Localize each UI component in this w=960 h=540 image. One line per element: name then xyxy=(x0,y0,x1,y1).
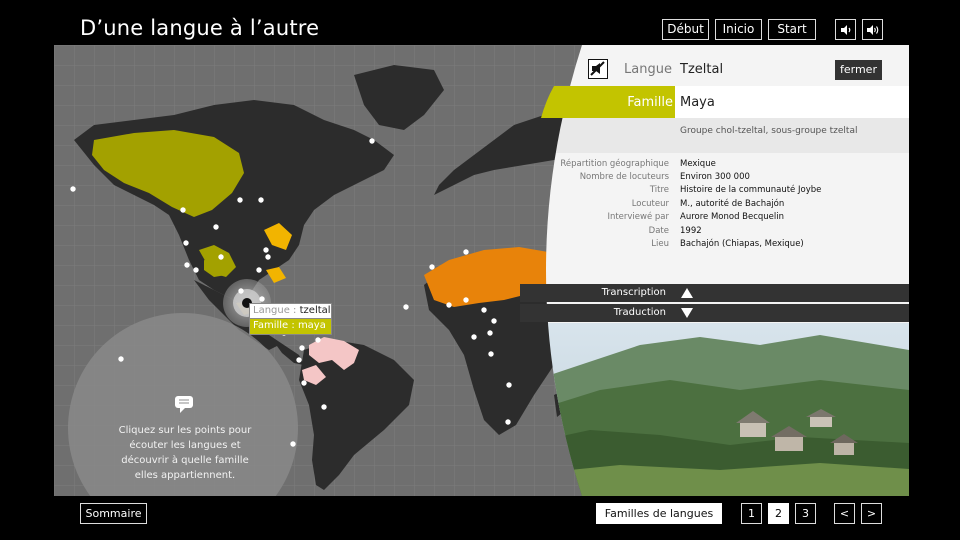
info-key: Lieu xyxy=(651,239,669,249)
language-point[interactable] xyxy=(463,249,469,255)
language-point[interactable] xyxy=(481,307,487,313)
info-row: Interviewé par Aurore Monod Becquelin xyxy=(520,212,909,225)
transcription-toggle[interactable]: Transcription xyxy=(520,284,909,302)
info-row: Locuteur M., autorité de Bachajón xyxy=(520,199,909,212)
language-point[interactable] xyxy=(263,247,269,253)
language-point[interactable] xyxy=(183,240,189,246)
language-point[interactable] xyxy=(315,337,321,343)
familles-de-langues-button[interactable]: Familles de langues xyxy=(596,503,722,524)
language-point[interactable] xyxy=(238,288,244,294)
language-point[interactable] xyxy=(487,330,493,336)
page-2-button[interactable]: 2 xyxy=(768,503,789,524)
language-point[interactable] xyxy=(505,419,511,425)
info-row: Répartition géographique Mexique xyxy=(520,159,909,172)
language-point[interactable] xyxy=(256,267,262,273)
language-point[interactable] xyxy=(290,441,296,447)
inicio-button[interactable]: Inicio xyxy=(715,19,762,40)
info-row: Nombre de locuteurs Environ 300 000 xyxy=(520,172,909,185)
info-value: Environ 300 000 xyxy=(680,172,750,182)
info-row: Date 1992 xyxy=(520,226,909,239)
language-point[interactable] xyxy=(321,404,327,410)
volume-low-icon xyxy=(841,25,851,35)
info-key: Titre xyxy=(649,185,669,195)
panel-langue-label: Langue xyxy=(624,62,672,77)
info-row: Lieu Bachajón (Chiapas, Mexique) xyxy=(520,239,909,252)
tooltip-famille-label: Famille : xyxy=(253,320,295,331)
volume-high-button[interactable] xyxy=(862,19,883,40)
map-hint-text: Cliquez sur les points pour écouter les … xyxy=(118,425,252,481)
start-button[interactable]: Start xyxy=(768,19,816,40)
language-point[interactable] xyxy=(193,267,199,273)
info-key: Locuteur xyxy=(631,199,669,209)
info-row: Titre Histoire de la communauté Joybe xyxy=(520,185,909,198)
traduction-toggle[interactable]: Traduction xyxy=(520,304,909,322)
debut-button[interactable]: Début xyxy=(662,19,709,40)
language-point[interactable] xyxy=(258,197,264,203)
language-point[interactable] xyxy=(237,197,243,203)
tooltip-famille-value: maya xyxy=(297,320,326,331)
tooltip-langue-row: Langue : tzeltal xyxy=(249,303,332,319)
language-point[interactable] xyxy=(488,351,494,357)
language-point[interactable] xyxy=(446,302,452,308)
panel-famille-row: Famille Maya xyxy=(520,86,909,118)
volume-low-button[interactable] xyxy=(835,19,856,40)
language-point[interactable] xyxy=(471,334,477,340)
triangle-down-icon xyxy=(681,308,693,318)
language-point[interactable] xyxy=(265,254,271,260)
language-point[interactable] xyxy=(180,207,186,213)
language-info-panel: Langue Tzeltal fermer Famille Maya Group… xyxy=(520,45,909,496)
prev-page-button[interactable]: < xyxy=(834,503,855,524)
language-point[interactable] xyxy=(296,357,302,363)
close-button[interactable]: fermer xyxy=(835,60,882,80)
language-tooltip: Langue : tzeltal Famille : maya xyxy=(249,303,332,335)
panel-famille-value: Maya xyxy=(680,95,715,110)
info-value: Bachajón (Chiapas, Mexique) xyxy=(680,239,804,249)
language-point[interactable] xyxy=(463,297,469,303)
app-title: D’une langue à l’autre xyxy=(80,16,320,40)
page-1-button[interactable]: 1 xyxy=(741,503,762,524)
page-3-button[interactable]: 3 xyxy=(795,503,816,524)
language-point[interactable] xyxy=(506,382,512,388)
language-point[interactable] xyxy=(369,138,375,144)
volume-high-icon xyxy=(867,25,879,35)
language-point[interactable] xyxy=(213,224,219,230)
info-key: Répartition géographique xyxy=(560,159,669,169)
info-value: Aurore Monod Becquelin xyxy=(680,212,785,222)
tooltip-famille-row: Famille : maya xyxy=(249,319,332,335)
language-point[interactable] xyxy=(259,296,265,302)
language-point[interactable] xyxy=(118,356,124,362)
language-point[interactable] xyxy=(218,254,224,260)
info-value: 1992 xyxy=(680,226,702,236)
audio-logo-icon xyxy=(588,59,608,79)
info-value: Histoire de la communauté Joybe xyxy=(680,185,822,195)
transcription-label: Transcription xyxy=(601,287,666,298)
language-point[interactable] xyxy=(403,304,409,310)
next-page-button[interactable]: > xyxy=(861,503,882,524)
info-key: Date xyxy=(648,226,669,236)
info-value: M., autorité de Bachajón xyxy=(680,199,785,209)
info-value: Mexique xyxy=(680,159,716,169)
panel-langue-value: Tzeltal xyxy=(680,62,724,77)
info-key: Interviewé par xyxy=(607,212,669,222)
language-point[interactable] xyxy=(184,262,190,268)
tooltip-langue-value: tzeltal xyxy=(299,305,331,316)
triangle-up-icon xyxy=(681,288,693,298)
language-point[interactable] xyxy=(70,186,76,192)
language-point[interactable] xyxy=(429,264,435,270)
traduction-label: Traduction xyxy=(613,307,666,318)
info-key: Nombre de locuteurs xyxy=(579,172,669,182)
sommaire-button[interactable]: Sommaire xyxy=(80,503,147,524)
panel-langue-row: Langue Tzeltal fermer xyxy=(520,45,909,86)
panel-subgroup: Groupe chol-tzeltal, sous-groupe tzeltal xyxy=(680,126,858,136)
language-point[interactable] xyxy=(299,345,305,351)
language-point[interactable] xyxy=(301,380,307,386)
panel-famille-label: Famille xyxy=(627,95,673,110)
tooltip-langue-label: Langue : xyxy=(253,305,297,316)
language-point[interactable] xyxy=(491,318,497,324)
